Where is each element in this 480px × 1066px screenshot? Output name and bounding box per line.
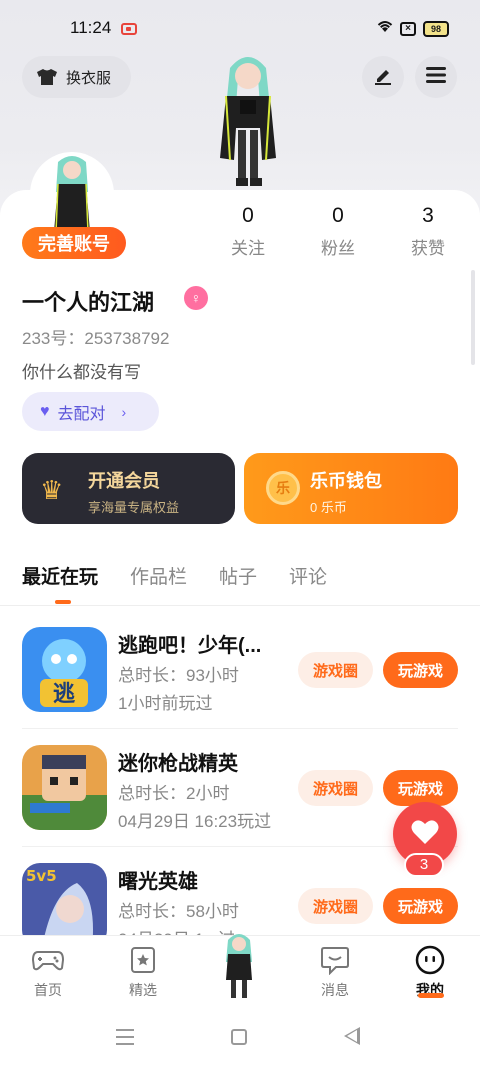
chevron-right-icon: ›	[121, 403, 127, 420]
username: 一个人的江湖	[22, 290, 155, 315]
vip-title: 开通会员	[88, 471, 160, 491]
stat-label: 粉丝	[321, 239, 355, 258]
pencil-icon	[373, 65, 393, 90]
game-total-time: 总时长：2小时	[118, 784, 230, 803]
user-id: 233号：253738792	[22, 329, 170, 348]
game-name: 逃跑吧！少年(...	[118, 635, 262, 657]
wifi-icon	[376, 19, 394, 38]
back-icon[interactable]	[344, 1027, 360, 1045]
chat-bubble-icon	[319, 944, 351, 976]
row-divider	[22, 846, 458, 847]
hamburger-icon	[426, 66, 446, 89]
profile-tabs: 最近在玩 作品栏 帖子 评论	[22, 562, 327, 589]
stat-likes[interactable]: 3 获赞	[398, 204, 458, 259]
svg-text:逃: 逃	[53, 682, 76, 707]
recent-apps-icon[interactable]	[116, 1029, 134, 1050]
no-sim-icon: ×	[400, 22, 416, 36]
coin-icon: 乐	[266, 471, 300, 505]
purple-heart-icon: ♥	[40, 402, 50, 420]
nav-label: 精选	[129, 982, 157, 998]
nav-messages[interactable]: 消息	[305, 944, 365, 1000]
female-gender-icon: ♀	[184, 286, 208, 310]
bottom-nav: 首页 精选 消息 我的	[0, 934, 480, 1005]
3d-avatar-figure[interactable]	[200, 48, 296, 198]
vip-card[interactable]: ♛ 开通会员 享海量专属权益	[22, 453, 235, 524]
stat-label: 关注	[231, 239, 265, 258]
play-game-button[interactable]: 玩游戏	[383, 652, 458, 688]
vip-subtitle: 享海量专属权益	[88, 500, 180, 515]
nav-home[interactable]: 首页	[18, 944, 78, 1000]
stat-following[interactable]: 0 关注	[218, 204, 278, 259]
wallet-card[interactable]: 乐 乐币钱包 0 乐币	[244, 453, 458, 524]
row-divider	[22, 728, 458, 729]
system-nav-bar	[0, 1005, 480, 1066]
scrollbar[interactable]	[471, 270, 475, 365]
game-total-time: 总时长：58小时	[118, 902, 239, 921]
tab-works[interactable]: 作品栏	[130, 562, 187, 589]
nav-featured[interactable]: 精选	[113, 944, 173, 1000]
game-circle-button[interactable]: 游戏圈	[298, 652, 373, 688]
gamepad-icon	[32, 944, 64, 976]
profile-face-icon	[414, 944, 446, 976]
nav-avatar-center[interactable]	[214, 928, 264, 1000]
shirt-icon	[36, 68, 58, 86]
status-time: 11:24	[70, 18, 112, 37]
game-last-played: 04月29日 16:23玩过	[118, 812, 272, 831]
stat-label: 获赞	[411, 239, 445, 258]
stat-value: 3	[422, 204, 434, 227]
game-icon-escape[interactable]: 逃	[22, 627, 107, 712]
menu-button[interactable]	[415, 56, 457, 98]
tab-recently-played[interactable]: 最近在玩	[22, 562, 98, 589]
crown-icon: ♛	[40, 475, 64, 505]
match-button[interactable]: ♥ 去配对 ›	[22, 392, 159, 431]
heart-icon	[411, 819, 439, 850]
active-nav-indicator	[418, 993, 444, 998]
svg-text:5v5: 5v5	[26, 867, 57, 885]
change-outfit-label: 换衣服	[66, 69, 112, 87]
nav-label: 消息	[321, 982, 349, 998]
game-circle-button[interactable]: 游戏圈	[298, 888, 373, 924]
stat-value: 0	[242, 204, 254, 227]
game-total-time: 总时长：93小时	[118, 666, 239, 685]
like-count-badge: 3	[404, 853, 444, 877]
wallet-balance: 0 乐币	[310, 500, 347, 515]
list-item[interactable]: 逃 逃跑吧！少年(... 总时长：93小时 1小时前玩过 游戏圈 玩游戏	[0, 627, 480, 737]
game-circle-button[interactable]: 游戏圈	[298, 770, 373, 806]
star-bookmark-icon	[127, 944, 159, 976]
game-last-played: 1小时前玩过	[118, 694, 213, 713]
screen-record-icon	[121, 23, 137, 35]
nav-label: 首页	[34, 982, 62, 998]
play-game-button[interactable]: 玩游戏	[383, 770, 458, 806]
battery-icon: 98	[423, 21, 449, 37]
game-name: 曙光英雄	[118, 871, 198, 893]
stat-value: 0	[332, 204, 344, 227]
game-icon-mini-gun[interactable]	[22, 745, 107, 830]
edit-profile-button[interactable]	[362, 56, 404, 98]
nav-profile[interactable]: 我的	[400, 944, 460, 1000]
tab-posts[interactable]: 帖子	[219, 562, 257, 589]
match-label: 去配对	[57, 405, 106, 423]
play-game-button[interactable]: 玩游戏	[383, 888, 458, 924]
game-name: 迷你枪战精英	[118, 753, 238, 775]
stat-followers[interactable]: 0 粉丝	[308, 204, 368, 259]
bio-text: 你什么都没有写	[22, 363, 141, 382]
home-icon[interactable]	[231, 1029, 247, 1045]
complete-account-badge[interactable]: 完善账号	[22, 227, 126, 259]
active-tab-indicator	[55, 600, 71, 604]
tab-comments[interactable]: 评论	[289, 562, 327, 589]
tabs-divider	[0, 605, 480, 606]
wallet-title: 乐币钱包	[310, 471, 382, 491]
change-outfit-button[interactable]: 换衣服	[22, 56, 131, 98]
